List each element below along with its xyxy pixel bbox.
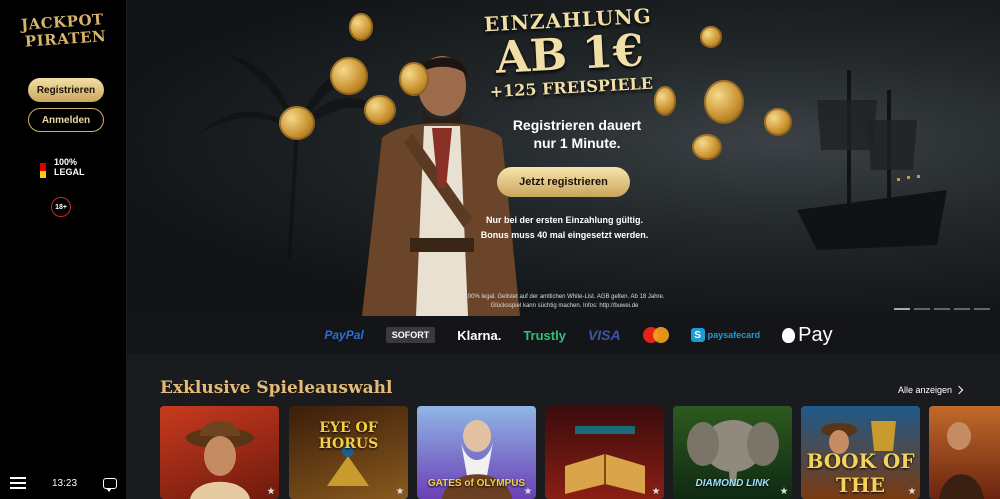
game-tile[interactable]: GATES of OLYMPUS (417, 406, 536, 499)
show-all-label: Alle anzeigen (898, 385, 953, 395)
carousel-dot[interactable] (974, 308, 990, 310)
pirate-ship-illustration (797, 70, 947, 250)
note-line-2: Bonus muss 40 mal eingesetzt werden. (480, 230, 649, 240)
section-title: Exklusive Spieleauswahl (160, 378, 393, 398)
game-title: DIAMOND LINK (695, 478, 770, 489)
gold-coin-icon (279, 106, 315, 140)
bonus-note: Nur bei der ersten Einzahlung gültig. Bo… (457, 213, 672, 243)
apple-icon (782, 327, 796, 343)
mastercard-logo (642, 327, 669, 343)
gold-coin-icon (764, 108, 792, 136)
carousel-dot[interactable] (914, 308, 930, 310)
applepay-label: Pay (798, 323, 833, 346)
subtitle-line-1: Registrieren dauert (512, 117, 642, 133)
gold-coin-icon (704, 80, 744, 124)
legal-badge: 100% LEGAL (40, 156, 85, 178)
visa-logo: VISA (587, 327, 621, 343)
trustly-logo: Trustly (523, 327, 566, 343)
game-title: BOOK OF THE (806, 449, 915, 497)
game-tile[interactable] (160, 406, 279, 499)
game-tile[interactable]: EYE OF HORUS (289, 406, 408, 499)
paysafecard-icon: S (690, 328, 705, 342)
chat-icon[interactable] (103, 477, 117, 492)
sidebar: JACKPOT PIRATEN Registrieren Anmelden 10… (0, 0, 127, 499)
login-button[interactable]: Anmelden (28, 108, 104, 132)
register-now-button[interactable]: Jetzt registrieren (497, 167, 630, 197)
note-line-1: Nur bei der ersten Einzahlung gültig. (485, 215, 643, 225)
clock: 13:23 (51, 477, 78, 489)
sofort-logo: SOFORT (385, 327, 436, 343)
chevron-right-icon (954, 385, 964, 395)
promo-headline: EINZAHLUNG AB 1€ +125 FREISPIELE (480, 3, 659, 102)
paysafecard-logo: S paysafecard (690, 328, 761, 342)
gold-coin-icon (700, 26, 722, 48)
gold-coin-icon (364, 95, 396, 125)
explorer-illustration (186, 421, 254, 499)
subtitle-line-2: nur 1 Minute. (533, 135, 621, 151)
hero-banner[interactable]: EINZAHLUNG AB 1€ +125 FREISPIELE Registr… (127, 0, 1000, 316)
fine-print-line-2: Glücksspiel kann süchtig machen. Infos: … (490, 303, 639, 309)
gold-coin-icon (349, 13, 373, 41)
game-tile[interactable]: BOOK OF THE (801, 406, 920, 499)
legal-fine-print: 100% legal. Gelistet auf der amtlichen W… (427, 293, 702, 311)
fine-print-line-1: 100% legal. Gelistet auf der amtlichen W… (464, 294, 665, 300)
carousel-dot[interactable] (954, 308, 970, 310)
register-button[interactable]: Registrieren (28, 78, 104, 102)
game-title: GATES of OLYMPUS (427, 478, 526, 489)
applepay-logo: Pay (782, 323, 833, 347)
sidebar-footer: 13:23 (0, 467, 127, 499)
logo-line-2: PIRATEN (24, 27, 107, 51)
gold-coin-icon (399, 62, 429, 96)
adventure-illustration (939, 422, 984, 499)
paysafecard-label: paysafecard (707, 330, 761, 340)
logo[interactable]: JACKPOT PIRATEN (13, 10, 113, 52)
game-tile[interactable] (545, 406, 664, 499)
game-title: EYE OF HORUS (318, 420, 379, 452)
carousel-indicators (894, 308, 990, 310)
game-tile[interactable] (929, 406, 1000, 499)
legal-line-2: LEGAL (54, 167, 85, 177)
carousel-dot[interactable] (934, 308, 950, 310)
game-tile[interactable]: DIAMOND LINK (673, 406, 792, 499)
carousel-dot[interactable] (894, 308, 910, 310)
promo-subtitle: Registrieren dauert nur 1 Minute. (482, 116, 672, 152)
age-restriction-badge: 18+ (51, 197, 71, 217)
gold-coin-icon (330, 57, 368, 95)
payment-methods-bar: PayPal SOFORT Klarna. Trustly VISA S pay… (127, 316, 1000, 354)
legal-line-1: 100% (54, 157, 78, 167)
menu-icon[interactable] (10, 477, 26, 489)
klarna-logo: Klarna. (457, 327, 502, 343)
germany-flag-icon (40, 156, 46, 178)
show-all-link[interactable]: Alle anzeigen (898, 385, 964, 395)
book-illustration (565, 426, 645, 494)
paypal-logo: PayPal (324, 328, 364, 342)
gold-coin-icon (692, 134, 722, 160)
